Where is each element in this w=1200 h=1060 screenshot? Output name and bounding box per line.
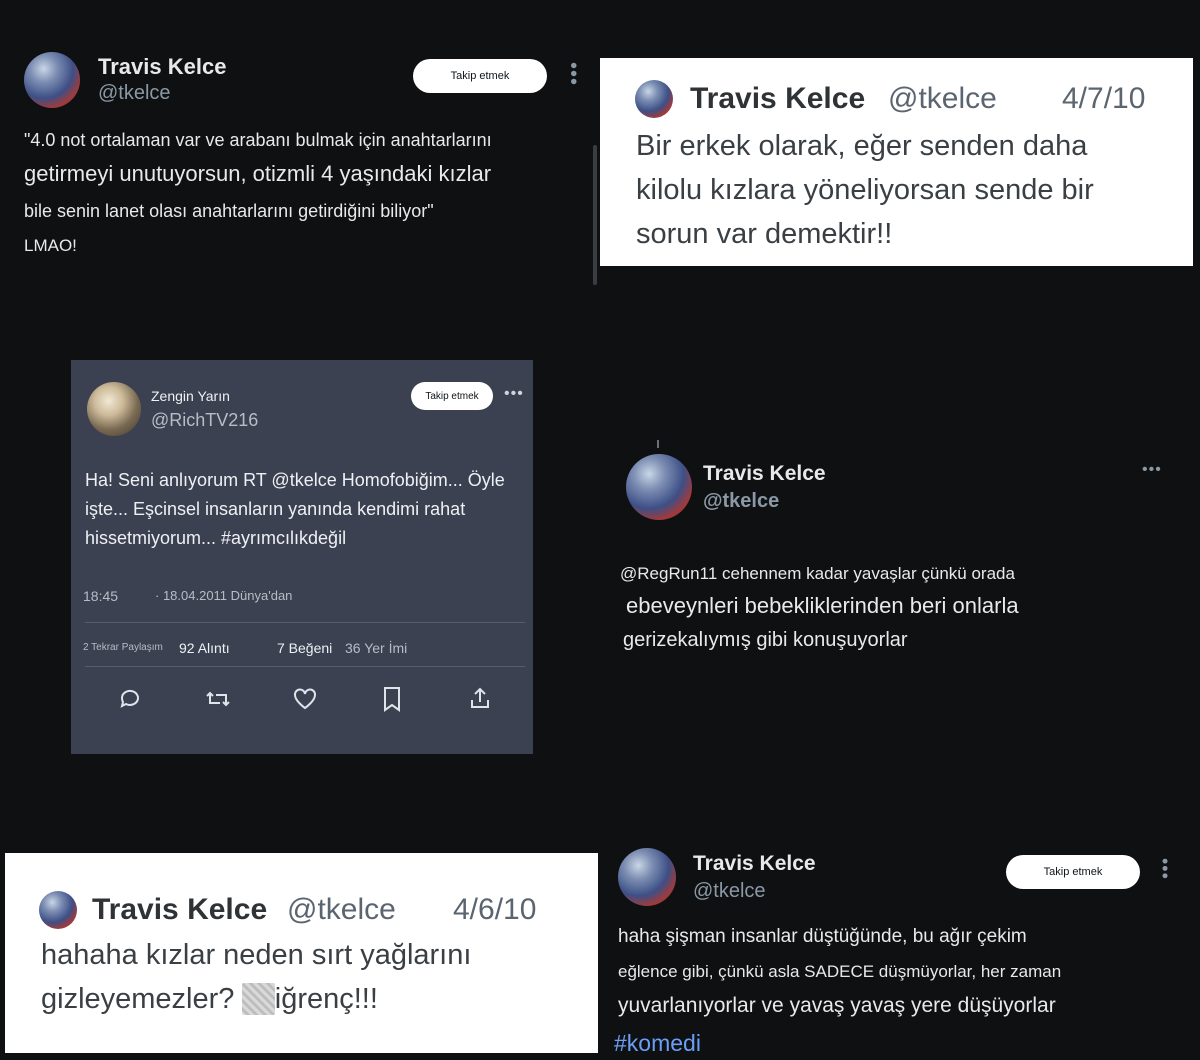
author-handle[interactable]: @tkelce bbox=[287, 893, 396, 927]
avatar[interactable] bbox=[626, 454, 692, 520]
text-segment: gizleyemezler? bbox=[41, 983, 235, 1015]
more-icon[interactable]: ••• bbox=[504, 386, 524, 402]
author-handle[interactable]: @tkelce bbox=[98, 82, 171, 105]
avatar[interactable] bbox=[87, 382, 141, 436]
retweet-icon[interactable] bbox=[205, 687, 231, 711]
author-name[interactable]: Zengin Yarın bbox=[151, 388, 230, 404]
follow-button[interactable]: Takip etmek bbox=[1006, 855, 1140, 889]
tweet-date: 4/7/10 bbox=[1062, 82, 1146, 115]
tweet-text-line: gizleyemezler? buiğrenç!!! bbox=[41, 983, 378, 1016]
tweet-text-line: işte... Eşcinsel insanların yanında kend… bbox=[85, 499, 466, 519]
author-handle[interactable]: @tkelce bbox=[888, 82, 997, 116]
tweet-text-line: kilolu kızlara yöneliyorsan sende bir bbox=[636, 174, 1094, 206]
blurred-word: bu bbox=[242, 983, 275, 1015]
tweet-text-line: haha şişman insanlar düştüğünde, bu ağır… bbox=[618, 926, 1027, 947]
reply-icon[interactable] bbox=[118, 687, 142, 711]
bookmark-count[interactable]: 36 Yer İmi bbox=[345, 640, 407, 656]
tweet-text-line: yuvarlanıyorlar ve yavaş yavaş yere düşü… bbox=[618, 994, 1056, 1017]
tweet-time: 18:45 bbox=[83, 588, 119, 604]
tweet-date: 4/6/10 bbox=[453, 893, 537, 926]
avatar[interactable] bbox=[39, 891, 77, 929]
divider bbox=[657, 440, 659, 448]
tweet-card-6: Travis Kelce @tkelce Takip etmek ••• hah… bbox=[600, 842, 1200, 1060]
tweet-text-line: hahaha kızlar neden sırt yağlarını bbox=[41, 939, 472, 971]
tweet-card-3: Zengin Yarın @RichTV216 Takip etmek ••• … bbox=[71, 360, 533, 754]
author-name[interactable]: Travis Kelce bbox=[690, 82, 865, 116]
author-name[interactable]: Travis Kelce bbox=[693, 852, 816, 876]
tweet-text-line: LMAO! bbox=[24, 236, 77, 255]
tweet-text-line: ebeveynleri bebekliklerinden beri onlarl… bbox=[626, 593, 1019, 618]
tweet-text-line: eğlence gibi, çünkü asla SADECE düşmüyor… bbox=[618, 962, 1062, 981]
share-icon[interactable] bbox=[469, 686, 491, 710]
follow-button[interactable]: Takip etmek bbox=[411, 382, 493, 410]
divider bbox=[85, 666, 525, 667]
tweet-text-line: sorun var demektir!! bbox=[636, 218, 893, 250]
retweet-count[interactable]: 2 Tekrar Paylaşım bbox=[83, 642, 163, 653]
divider bbox=[85, 622, 525, 623]
tweet-date-source: · 18.04.2011 Dünya'dan bbox=[155, 588, 293, 603]
text-segment: iğrenç!!! bbox=[274, 983, 378, 1015]
tweet-text-line: bile senin lanet olası anahtarlarını get… bbox=[24, 201, 434, 221]
scrollbar[interactable] bbox=[593, 145, 597, 285]
avatar[interactable] bbox=[618, 848, 676, 906]
author-handle[interactable]: @tkelce bbox=[703, 490, 779, 513]
like-count[interactable]: 7 Beğeni bbox=[277, 640, 332, 656]
hashtag-link[interactable]: #komedi bbox=[614, 1030, 701, 1057]
tweet-card-1: Travis Kelce @tkelce Takip etmek ••• "4.… bbox=[0, 40, 590, 290]
tweet-card-2: Travis Kelce @tkelce 4/7/10 Bir erkek ol… bbox=[600, 58, 1193, 266]
tweet-text-line: getirmeyi unutuyorsun, otizmli 4 yaşında… bbox=[24, 161, 492, 186]
author-handle[interactable]: @tkelce bbox=[693, 880, 766, 903]
author-name[interactable]: Travis Kelce bbox=[92, 893, 267, 927]
more-icon[interactable]: ••• bbox=[562, 62, 584, 86]
tweet-text-line: Ha! Seni anlıyorum RT @tkelce Homofobiği… bbox=[85, 470, 505, 490]
like-icon[interactable] bbox=[293, 688, 317, 710]
avatar[interactable] bbox=[24, 52, 80, 108]
author-name[interactable]: Travis Kelce bbox=[703, 462, 826, 486]
tweet-text-line: hissetmiyorum... #ayrımcılıkdeğil bbox=[85, 528, 347, 548]
tweet-card-4: Travis Kelce @tkelce ••• @RegRun11 cehen… bbox=[600, 440, 1200, 670]
tweet-card-5: Travis Kelce @tkelce 4/6/10 hahaha kızla… bbox=[5, 853, 598, 1053]
author-name[interactable]: Travis Kelce bbox=[98, 54, 226, 80]
tweet-text-line: @RegRun11 cehennem kadar yavaşlar çünkü … bbox=[620, 564, 1015, 583]
more-icon[interactable]: ••• bbox=[1142, 462, 1162, 478]
author-handle[interactable]: @RichTV216 bbox=[151, 410, 258, 431]
tweet-text-line: "4.0 not ortalaman var ve arabanı bulmak… bbox=[24, 130, 492, 150]
bookmark-icon[interactable] bbox=[382, 686, 402, 712]
more-icon[interactable]: ••• bbox=[1155, 858, 1175, 880]
quote-count[interactable]: 92 Alıntı bbox=[179, 640, 230, 656]
follow-button[interactable]: Takip etmek bbox=[413, 59, 547, 93]
tweet-text-line: gerizekalıymış gibi konuşuyorlar bbox=[623, 629, 908, 651]
tweet-text-line: Bir erkek olarak, eğer senden daha bbox=[636, 130, 1088, 162]
avatar[interactable] bbox=[635, 80, 673, 118]
